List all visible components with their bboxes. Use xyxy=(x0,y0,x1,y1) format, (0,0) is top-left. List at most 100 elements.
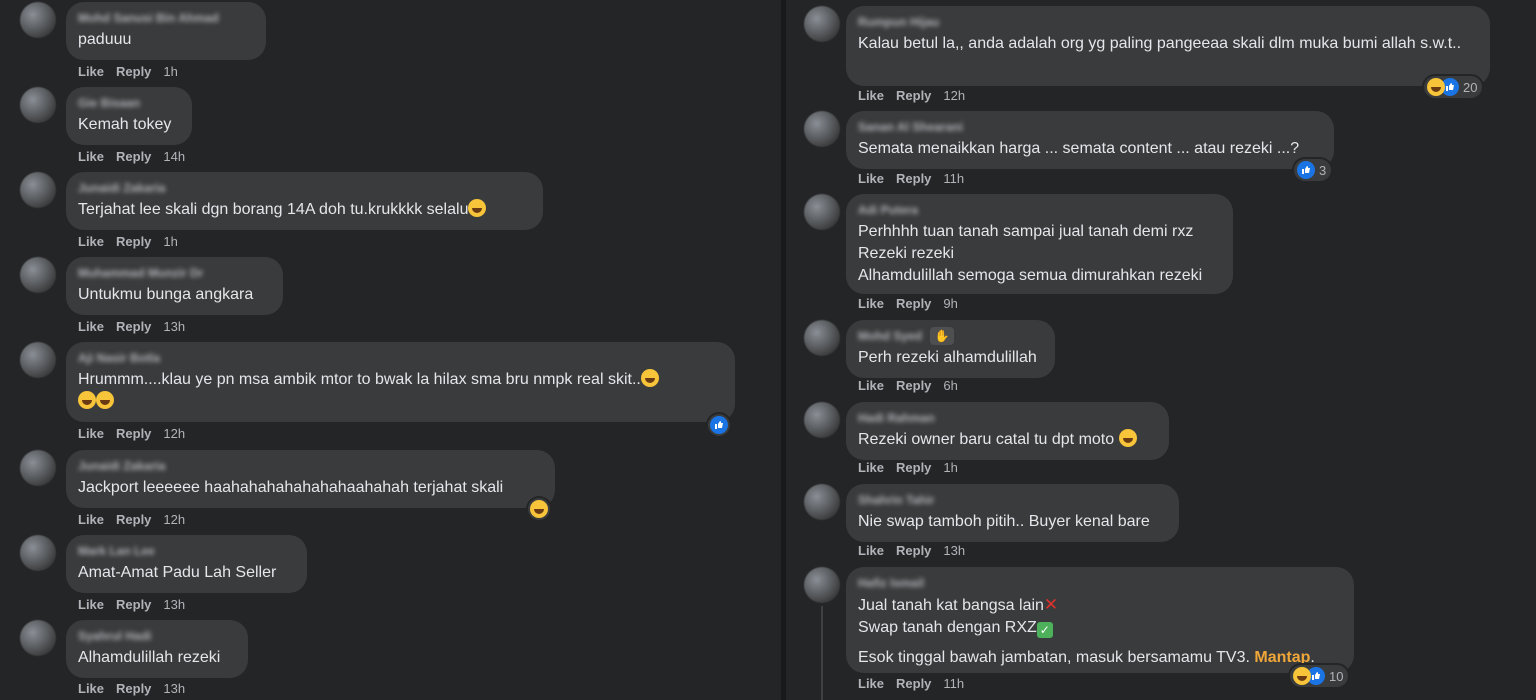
comment-author[interactable]: Muhammad Munzir Dr xyxy=(78,266,203,281)
comment-time[interactable]: 13h xyxy=(163,681,185,696)
comment-bubble: Junaidi Zakaria Terjahat lee skali dgn b… xyxy=(66,172,543,230)
reaction-summary[interactable]: 3 xyxy=(1294,159,1332,181)
comment-bubble: Mark Lan Lee Amat-Amat Padu Lah Seller xyxy=(66,535,307,593)
comment-time[interactable]: 9h xyxy=(943,296,957,311)
commenter-avatar[interactable] xyxy=(20,172,56,208)
reply-button[interactable]: Reply xyxy=(896,88,931,103)
like-button[interactable]: Like xyxy=(78,64,104,79)
comment-author[interactable]: Aji Nasir Botla xyxy=(78,351,160,366)
reply-button[interactable]: Reply xyxy=(116,597,151,612)
comment-bubble: Shahrin Tahir Nie swap tambоh pitih.. Bu… xyxy=(846,484,1179,542)
comment-author[interactable]: Adi Putera xyxy=(858,203,918,218)
comment-author[interactable]: Junaidi Zakaria xyxy=(78,459,165,474)
comment-author[interactable]: Shahrin Tahir xyxy=(858,493,934,508)
like-button[interactable]: Like xyxy=(858,296,884,311)
reply-button[interactable]: Reply xyxy=(896,543,931,558)
commenter-avatar[interactable] xyxy=(804,6,840,42)
like-button[interactable]: Like xyxy=(858,460,884,475)
commenter-avatar[interactable] xyxy=(804,567,840,603)
comment-time[interactable]: 1h xyxy=(163,64,177,79)
comment-time[interactable]: 13h xyxy=(943,543,965,558)
comment-bubble: Junaidi Zakaria Jackport leeeeee haahaha… xyxy=(66,450,555,508)
comment-text: Amat-Amat Padu Lah Seller xyxy=(78,564,277,581)
comment-text: Rezeki owner baru catal tu dpt moto xyxy=(858,431,1115,448)
mention-link[interactable]: Mantap xyxy=(1254,649,1310,666)
commenter-avatar[interactable] xyxy=(804,402,840,438)
comment-text: paduuu xyxy=(78,31,132,48)
comment-time[interactable]: 12h xyxy=(943,88,965,103)
reply-button[interactable]: Reply xyxy=(896,676,931,691)
rofl-emoji-icon xyxy=(468,199,487,217)
rofl-emoji-icon xyxy=(78,391,96,409)
commenter-avatar[interactable] xyxy=(804,484,840,520)
comment-author[interactable]: Hafiz Ismail xyxy=(858,576,924,591)
reply-button[interactable]: Reply xyxy=(896,171,931,186)
commenter-avatar[interactable] xyxy=(804,194,840,230)
reply-button[interactable]: Reply xyxy=(116,149,151,164)
reply-button[interactable]: Reply xyxy=(896,296,931,311)
reply-button[interactable]: Reply xyxy=(116,234,151,249)
comment-text-line: . xyxy=(1310,649,1315,666)
like-button[interactable]: Like xyxy=(78,319,104,334)
comment-text: Alhamdulillah rezeki xyxy=(78,649,221,666)
comment-author[interactable]: Syahrul Hadi xyxy=(78,629,151,644)
comment-time[interactable]: 11h xyxy=(943,171,964,186)
commenter-avatar[interactable] xyxy=(20,87,56,123)
reply-button[interactable]: Reply xyxy=(896,460,931,475)
reply-button[interactable]: Reply xyxy=(116,512,151,527)
reaction-summary[interactable] xyxy=(528,498,550,520)
reaction-summary[interactable]: 10 xyxy=(1290,665,1349,687)
commenter-avatar[interactable] xyxy=(804,320,840,356)
comment-time[interactable]: 6h xyxy=(943,378,957,393)
reaction-count: 10 xyxy=(1329,668,1344,684)
comment-author[interactable]: Junaidi Zakaria xyxy=(78,181,165,196)
comment-time[interactable]: 13h xyxy=(163,319,185,334)
commenter-avatar[interactable] xyxy=(804,111,840,147)
comment-author[interactable]: Mohd Sanusi Bin Ahmad xyxy=(78,11,219,26)
like-button[interactable]: Like xyxy=(78,597,104,612)
left-comments-panel: Mohd Sanusi Bin Ahmad paduuu Like Reply 1h… xyxy=(0,0,781,700)
like-button[interactable]: Like xyxy=(78,512,104,527)
comment-author[interactable]: Mohd Syed xyxy=(858,329,922,344)
reaction-summary[interactable]: 20 xyxy=(1424,76,1483,98)
reply-button[interactable]: Reply xyxy=(116,319,151,334)
comment-text-line: Alhamdulillah semoga semua dimurahkan re… xyxy=(858,267,1203,284)
comment-time[interactable]: 12h xyxy=(163,512,185,527)
like-button[interactable]: Like xyxy=(858,543,884,558)
reply-button[interactable]: Reply xyxy=(116,681,151,696)
like-button[interactable]: Like xyxy=(78,681,104,696)
comment-time[interactable]: 13h xyxy=(163,597,185,612)
comment-author[interactable]: Sanan Al Shearani xyxy=(858,120,963,135)
comment-time[interactable]: 14h xyxy=(163,149,185,164)
commenter-avatar[interactable] xyxy=(20,620,56,656)
reaction-count: 3 xyxy=(1319,162,1327,178)
like-button[interactable]: Like xyxy=(858,676,884,691)
commenter-avatar[interactable] xyxy=(20,342,56,378)
comment-author[interactable]: Mark Lan Lee xyxy=(78,544,155,559)
reply-button[interactable]: Reply xyxy=(116,426,151,441)
commenter-avatar[interactable] xyxy=(20,450,56,486)
comment-time[interactable]: 12h xyxy=(163,426,185,441)
commenter-avatar[interactable] xyxy=(20,257,56,293)
like-button[interactable]: Like xyxy=(858,88,884,103)
like-button[interactable]: Like xyxy=(78,149,104,164)
like-button[interactable]: Like xyxy=(78,426,104,441)
comment-author[interactable]: Rumpun Hijau xyxy=(858,15,939,30)
comment-time[interactable]: 1h xyxy=(163,234,177,249)
comment-time[interactable]: 1h xyxy=(943,460,957,475)
comment-author[interactable]: Gie Bisaan xyxy=(78,96,140,111)
commenter-avatar[interactable] xyxy=(20,535,56,571)
like-button[interactable]: Like xyxy=(78,234,104,249)
comment-bubble: Syahrul Hadi Alhamdulillah rezeki xyxy=(66,620,248,678)
reply-button[interactable]: Reply xyxy=(896,378,931,393)
comment-author[interactable]: Hadi Rahman xyxy=(858,411,935,426)
reaction-summary[interactable] xyxy=(708,414,730,436)
reply-button[interactable]: Reply xyxy=(116,64,151,79)
reply-thread-line xyxy=(821,606,823,700)
comment-time[interactable]: 11h xyxy=(943,676,964,691)
like-reaction-icon xyxy=(1297,161,1315,179)
rofl-emoji-icon xyxy=(96,391,114,409)
commenter-avatar[interactable] xyxy=(20,2,56,38)
like-button[interactable]: Like xyxy=(858,378,884,393)
like-button[interactable]: Like xyxy=(858,171,884,186)
